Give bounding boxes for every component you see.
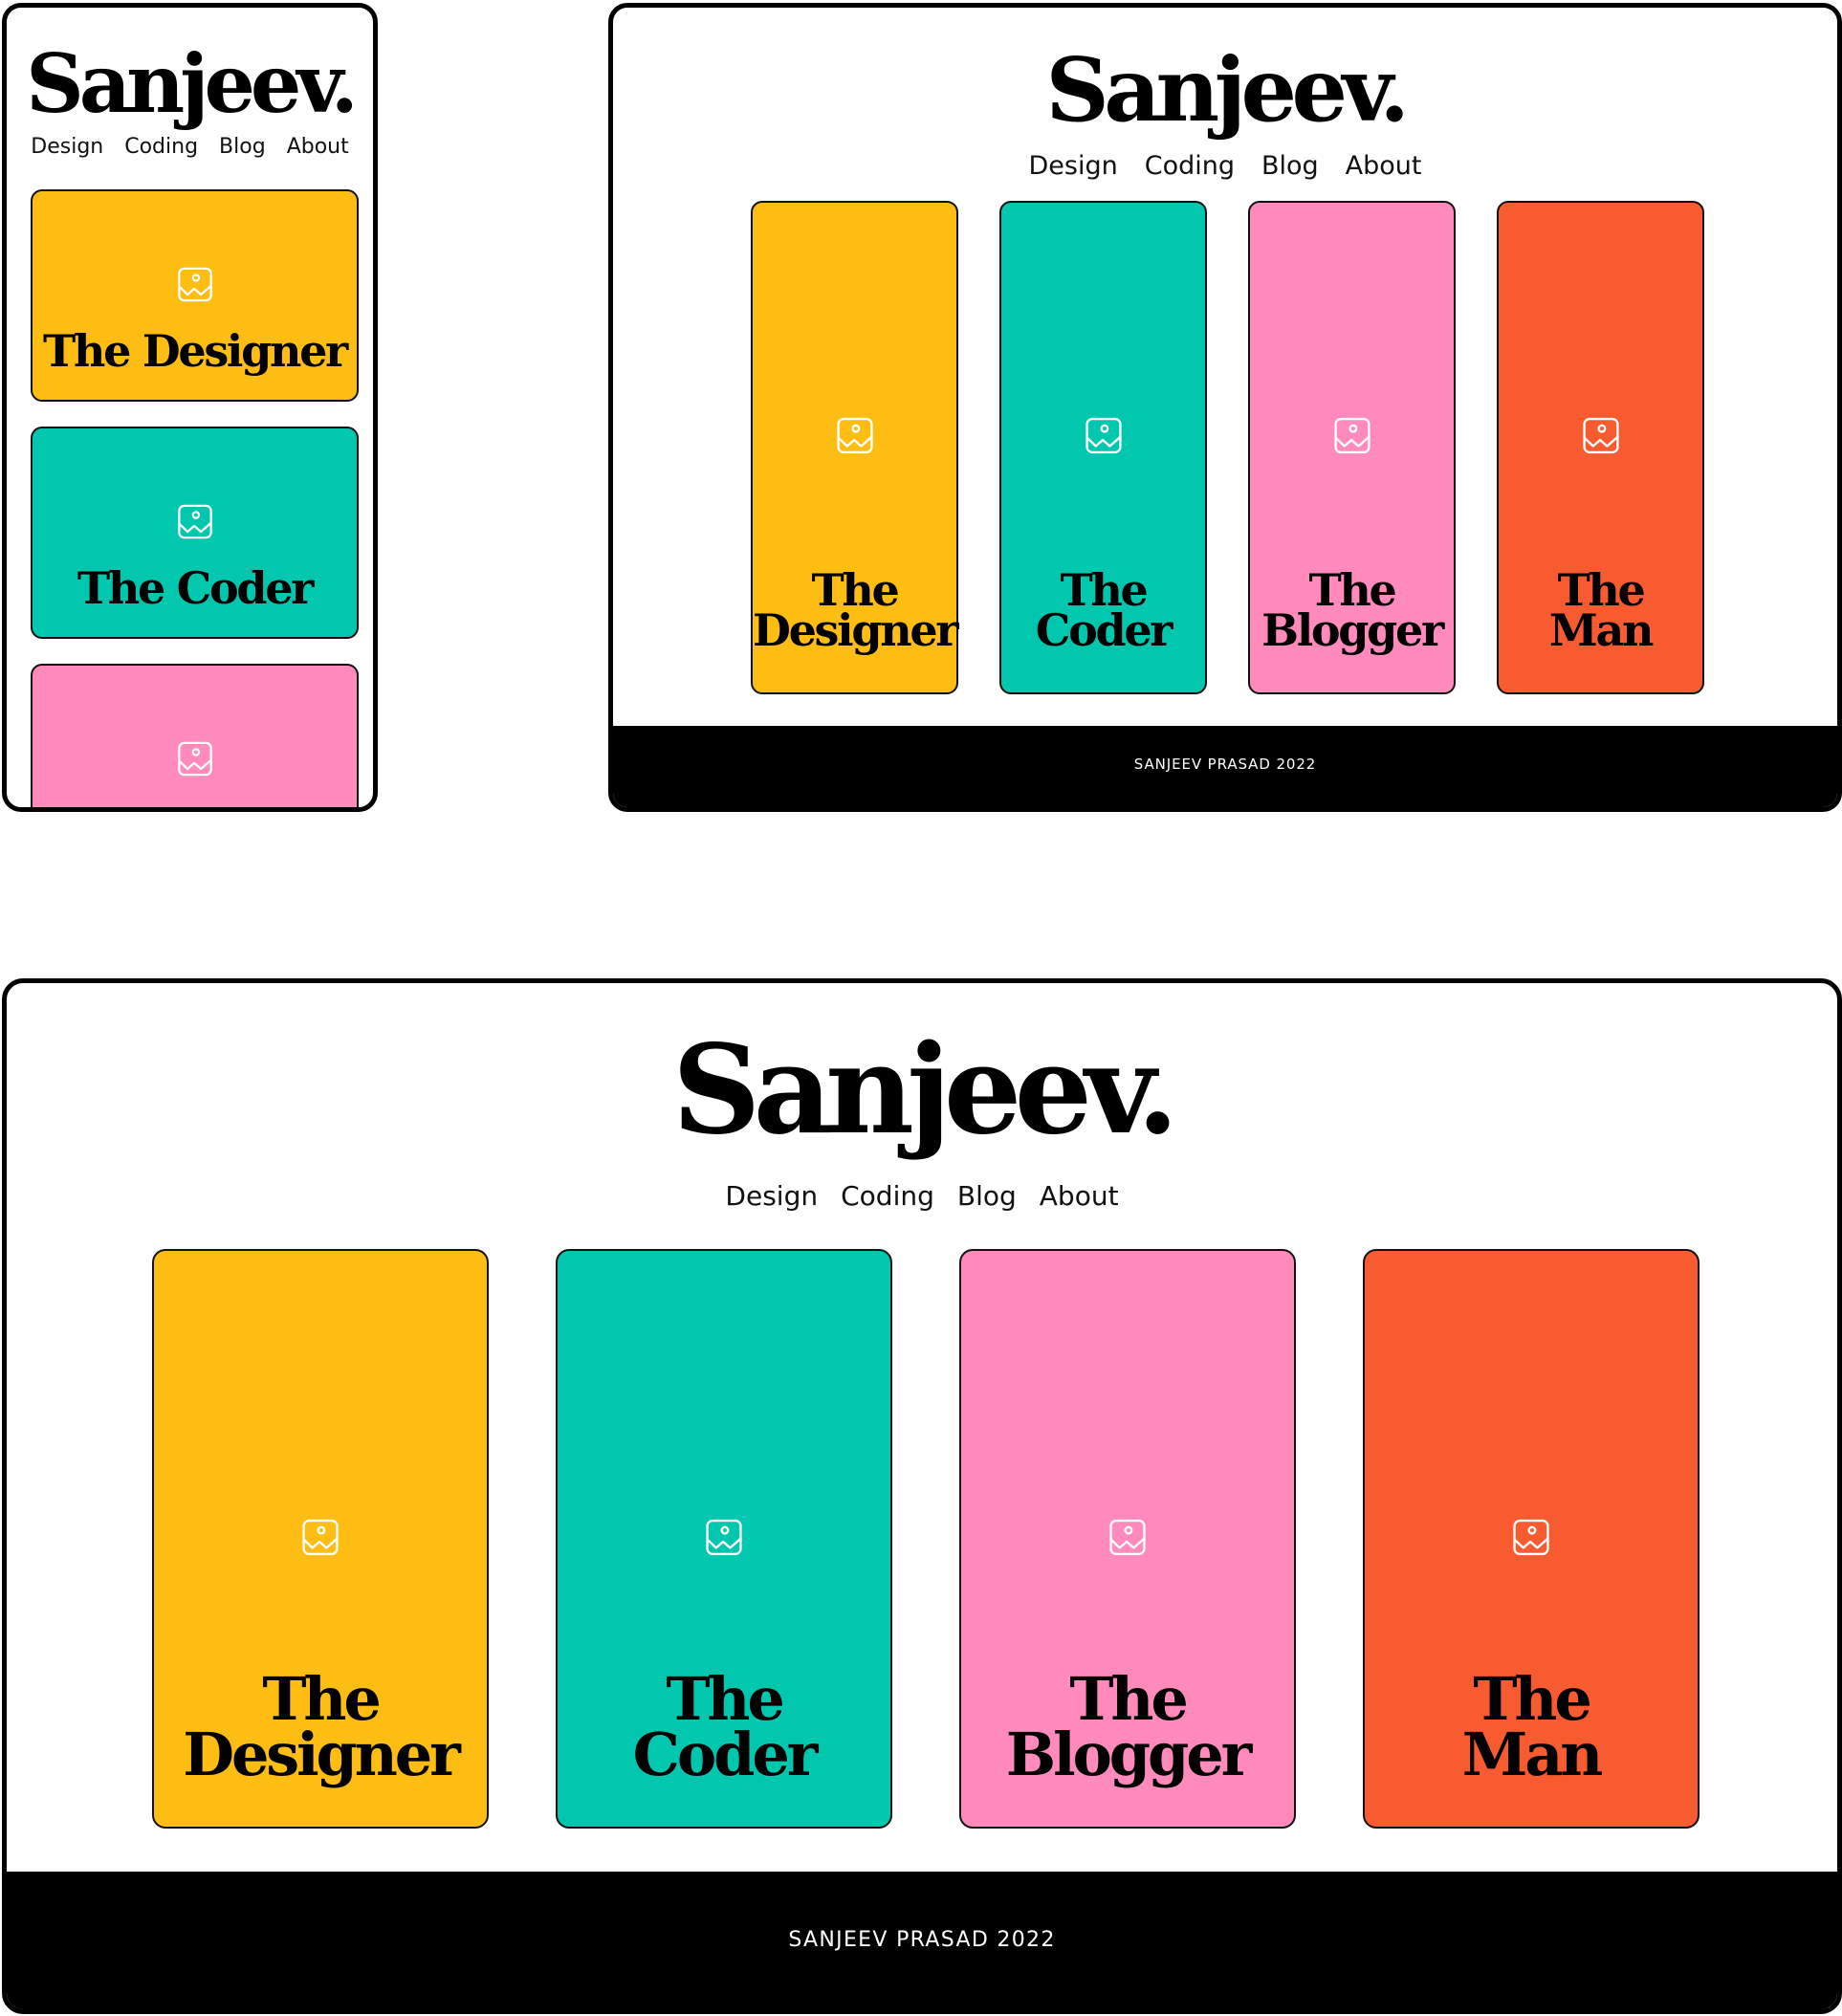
card-blogger[interactable] <box>31 664 359 807</box>
nav-coding[interactable]: Coding <box>124 135 198 159</box>
nav-design[interactable]: Design <box>31 135 103 159</box>
nav-coding[interactable]: Coding <box>1145 151 1235 181</box>
card-designer[interactable]: The Designer <box>152 1249 489 1829</box>
card-coder[interactable]: The Coder <box>556 1249 892 1829</box>
image-placeholder-icon <box>1083 415 1125 462</box>
card-title: The Coder <box>77 562 315 614</box>
nav-design[interactable]: Design <box>725 1180 818 1212</box>
nav-design[interactable]: Design <box>1028 151 1117 181</box>
tablet-frame: Sanjeev. Design Coding Blog About The De… <box>608 3 1842 812</box>
site-footer: SANJEEV PRASAD 2022 <box>613 726 1837 807</box>
card-title: The Designer <box>43 325 348 377</box>
site-logo[interactable]: Sanjeev. <box>7 1029 1837 1151</box>
nav-blog[interactable]: Blog <box>1261 151 1319 181</box>
card-title-line2: Coder <box>1035 604 1173 657</box>
mobile-frame: Sanjeev. Design Coding Blog About The De… <box>2 3 378 812</box>
card-title-line2: Blogger <box>1261 604 1444 657</box>
card-title: The Designer <box>753 568 959 652</box>
main-nav: Design Coding Blog About <box>7 135 373 159</box>
image-placeholder-icon <box>175 502 215 547</box>
card-blogger[interactable]: The Blogger <box>1248 201 1456 694</box>
card-title: The Blogger <box>1250 568 1454 652</box>
card-man[interactable]: The Man <box>1363 1249 1699 1829</box>
card-title-line2: Designer <box>753 604 959 657</box>
site-logo[interactable]: Sanjeev. <box>7 44 373 124</box>
image-placeholder-icon <box>299 1517 341 1564</box>
card-blogger[interactable]: The Blogger <box>959 1249 1296 1829</box>
card-designer[interactable]: The Designer <box>751 201 959 694</box>
nav-about[interactable]: About <box>1346 151 1422 181</box>
card-title-line2: Coder <box>632 1719 819 1789</box>
nav-blog[interactable]: Blog <box>219 135 266 159</box>
card-title: The Man <box>1365 1670 1698 1785</box>
nav-blog[interactable]: Blog <box>957 1180 1017 1212</box>
image-placeholder-icon <box>1580 415 1622 462</box>
nav-coding[interactable]: Coding <box>841 1180 934 1212</box>
card-title: The Blogger <box>961 1670 1294 1785</box>
main-nav: Design Coding Blog About <box>613 151 1837 181</box>
card-title: The Coder <box>1001 568 1205 652</box>
card-title-line2: Designer <box>183 1719 461 1789</box>
card-title-line2: Man <box>1461 1719 1604 1789</box>
main-nav: Design Coding Blog About <box>7 1180 1837 1212</box>
card-man[interactable]: The Man <box>1497 201 1704 694</box>
card-title: The Coder <box>558 1670 890 1785</box>
nav-about[interactable]: About <box>1040 1180 1119 1212</box>
card-coder[interactable]: The Coder <box>999 201 1207 694</box>
card-coder[interactable]: The Coder <box>31 427 359 639</box>
image-placeholder-icon <box>1107 1517 1149 1564</box>
card-title-line2: Man <box>1548 604 1655 657</box>
image-placeholder-icon <box>703 1517 745 1564</box>
card-title: The Man <box>1499 568 1702 652</box>
desktop-frame: Sanjeev. Design Coding Blog About The De… <box>2 978 1842 2014</box>
image-placeholder-icon <box>1331 415 1373 462</box>
site-footer: SANJEEV PRASAD 2022 <box>7 1872 1837 2009</box>
card-title: The Designer <box>154 1670 487 1785</box>
image-placeholder-icon <box>175 739 215 784</box>
site-logo[interactable]: Sanjeev. <box>613 46 1837 134</box>
card-title-line2: Blogger <box>1005 1719 1253 1789</box>
nav-about[interactable]: About <box>287 135 349 159</box>
image-placeholder-icon <box>1510 1517 1552 1564</box>
image-placeholder-icon <box>175 265 215 310</box>
image-placeholder-icon <box>834 415 876 462</box>
card-designer[interactable]: The Designer <box>31 189 359 402</box>
